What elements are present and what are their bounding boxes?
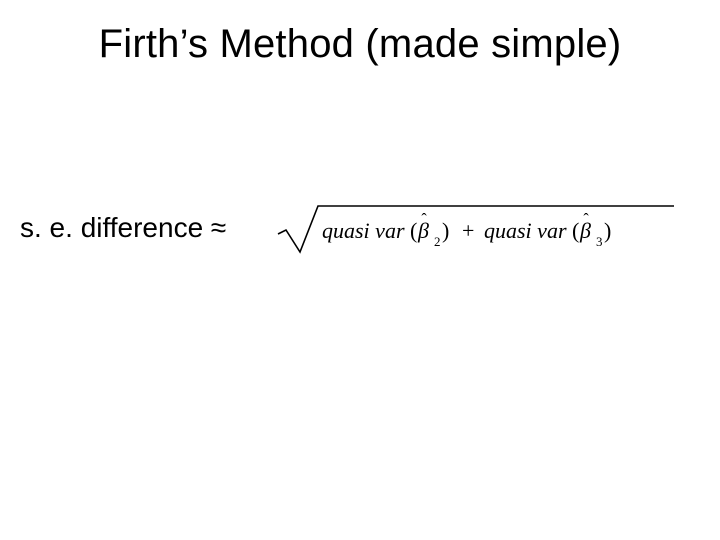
term2-lparen: ( — [572, 218, 579, 243]
term2-rparen: ) — [604, 218, 611, 243]
formula-row: s. e. difference ≈ quasi var ( ˆ β 2 ) +… — [20, 200, 676, 256]
sqrt-expression-svg: quasi var ( ˆ β 2 ) + quasi var ( ˆ β 3 … — [276, 200, 676, 256]
term2-quasi: quasi var — [484, 218, 567, 243]
slide-title: Firth’s Method (made simple) — [0, 22, 720, 67]
term1-beta: β — [417, 218, 429, 243]
plus-sign: + — [462, 218, 474, 243]
se-difference-label: s. e. difference ≈ — [20, 212, 226, 244]
term2-sub: 3 — [596, 234, 603, 249]
sqrt-formula: quasi var ( ˆ β 2 ) + quasi var ( ˆ β 3 … — [276, 200, 676, 256]
term1-quasi: quasi var — [322, 218, 405, 243]
term1-lparen: ( — [410, 218, 417, 243]
term1-sub: 2 — [434, 234, 441, 249]
slide: Firth’s Method (made simple) s. e. diffe… — [0, 0, 720, 540]
term2-beta: β — [579, 218, 591, 243]
term1-rparen: ) — [442, 218, 449, 243]
